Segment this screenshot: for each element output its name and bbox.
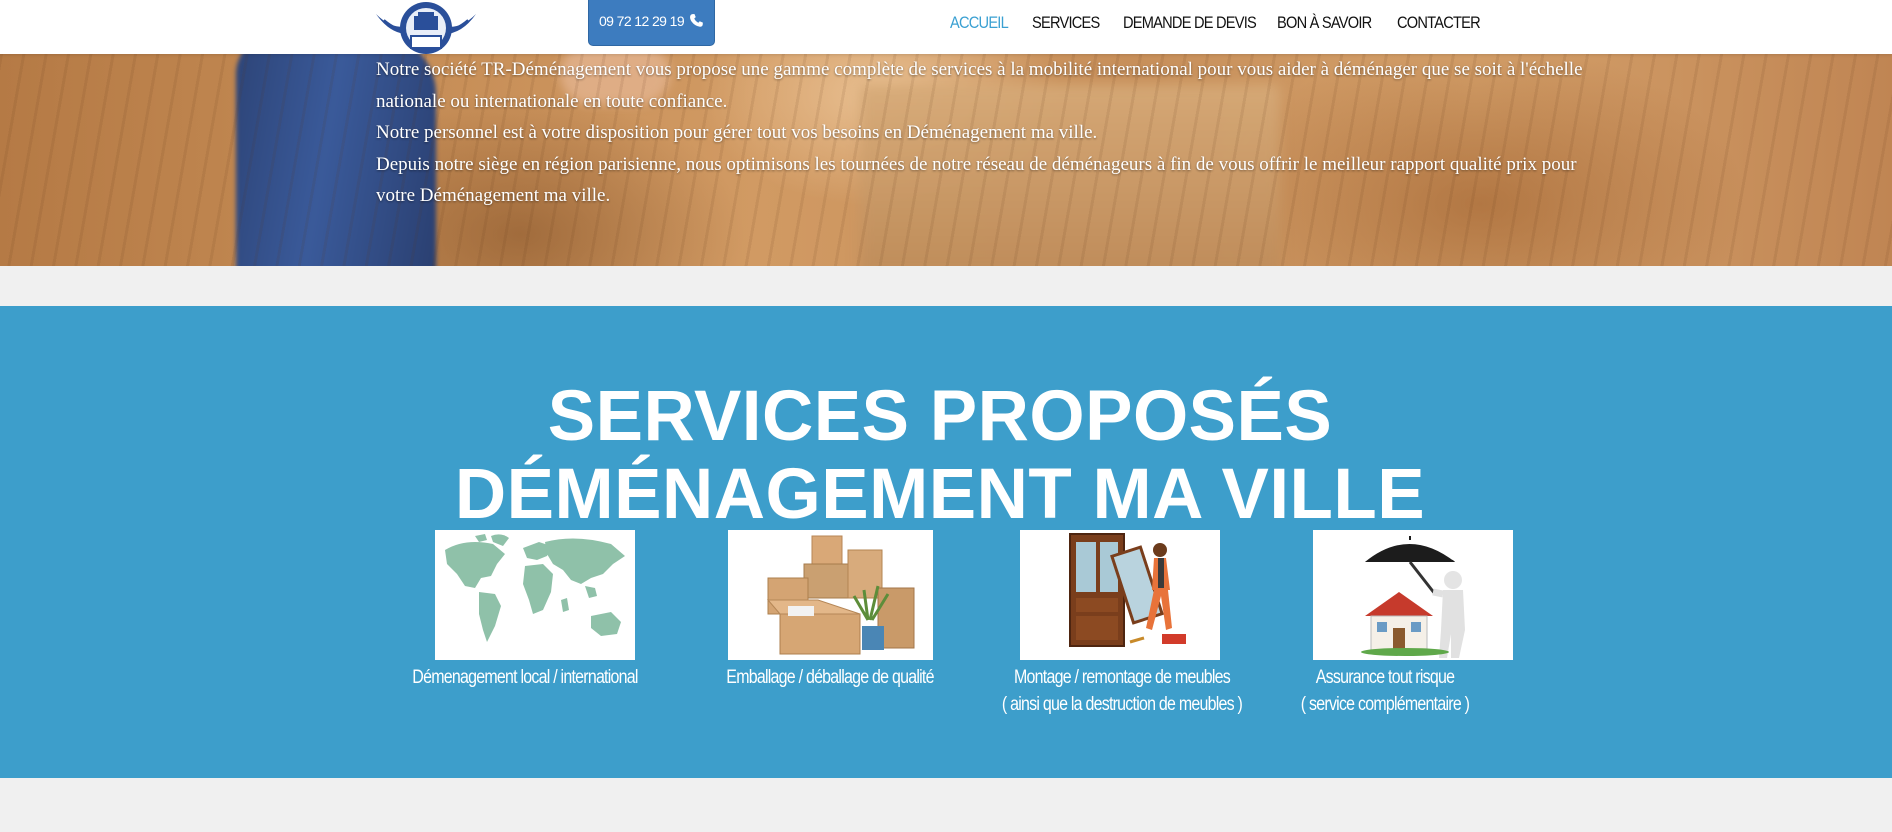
service-card-2-title: Emballage / déballage de qualité [726, 667, 934, 688]
nav-item-services[interactable]: SERVICES [1032, 13, 1110, 33]
service-card-4-title: Assurance tout risque [1315, 667, 1455, 688]
nav-item-accueil[interactable]: ACCUEIL [950, 13, 1021, 33]
service-card-2-caption: Emballage / déballage de qualité [680, 664, 980, 691]
phone-button[interactable]: 09 72 12 29 19 [588, 0, 715, 46]
service-card-4-subtitle: ( service complémentaire ) [1300, 694, 1470, 715]
phone-icon [690, 13, 703, 27]
hero-paragraph-3: Depuis notre siège en région parisienne,… [376, 153, 1577, 207]
nav-item-bon-a-savoir[interactable]: BON À SAVOIR [1277, 13, 1380, 33]
cardboard-boxes-icon[interactable] [728, 530, 933, 660]
service-card-1-caption: Démenagement local / international [375, 664, 675, 691]
services-title: SERVICES PROPOSÉS DÉMÉNAGEMENT MA VILLE [0, 378, 1892, 534]
nav-item-demande-de-devis[interactable]: DEMANDE DE DEVIS [1123, 13, 1257, 33]
furniture-assembly-icon[interactable] [1020, 530, 1220, 660]
service-card-3-subtitle: ( ainsi que la destruction de meubles ) [1001, 694, 1243, 715]
site-header: 09 72 12 29 19 ACCUEIL SERVICES DEMANDE … [0, 0, 1892, 54]
services-title-line2: DÉMÉNAGEMENT MA VILLE [454, 455, 1426, 534]
services-section: SERVICES PROPOSÉS DÉMÉNAGEMENT MA VILLE … [0, 306, 1892, 778]
service-card-4-caption: Assurance tout risque ( service compléme… [1235, 664, 1535, 718]
service-card-1-title: Démenagement local / international [412, 667, 638, 688]
nav-item-contacter[interactable]: CONTACTER [1397, 13, 1481, 33]
phone-number: 09 72 12 29 19 [598, 12, 685, 29]
page-footer-spacer [0, 778, 1892, 832]
hero-intro-text: Notre société TR-Déménagement vous propo… [376, 54, 1596, 212]
world-map-icon[interactable] [435, 530, 635, 660]
hero-paragraph-2: Notre personnel est à votre disposition … [376, 122, 1098, 144]
main-navigation: ACCUEIL SERVICES DEMANDE DE DEVIS BON À … [950, 0, 1487, 46]
services-title-line1: SERVICES PROPOSÉS [547, 377, 1333, 456]
hero-paragraph-1: Notre société TR-Déménagement vous propo… [376, 59, 1583, 112]
service-card-3-title: Montage / remontage de meubles [1014, 667, 1231, 688]
company-logo[interactable] [374, 0, 478, 54]
house-umbrella-insurance-icon[interactable] [1313, 530, 1513, 660]
hero-banner: Notre société TR-Déménagement vous propo… [0, 54, 1892, 266]
